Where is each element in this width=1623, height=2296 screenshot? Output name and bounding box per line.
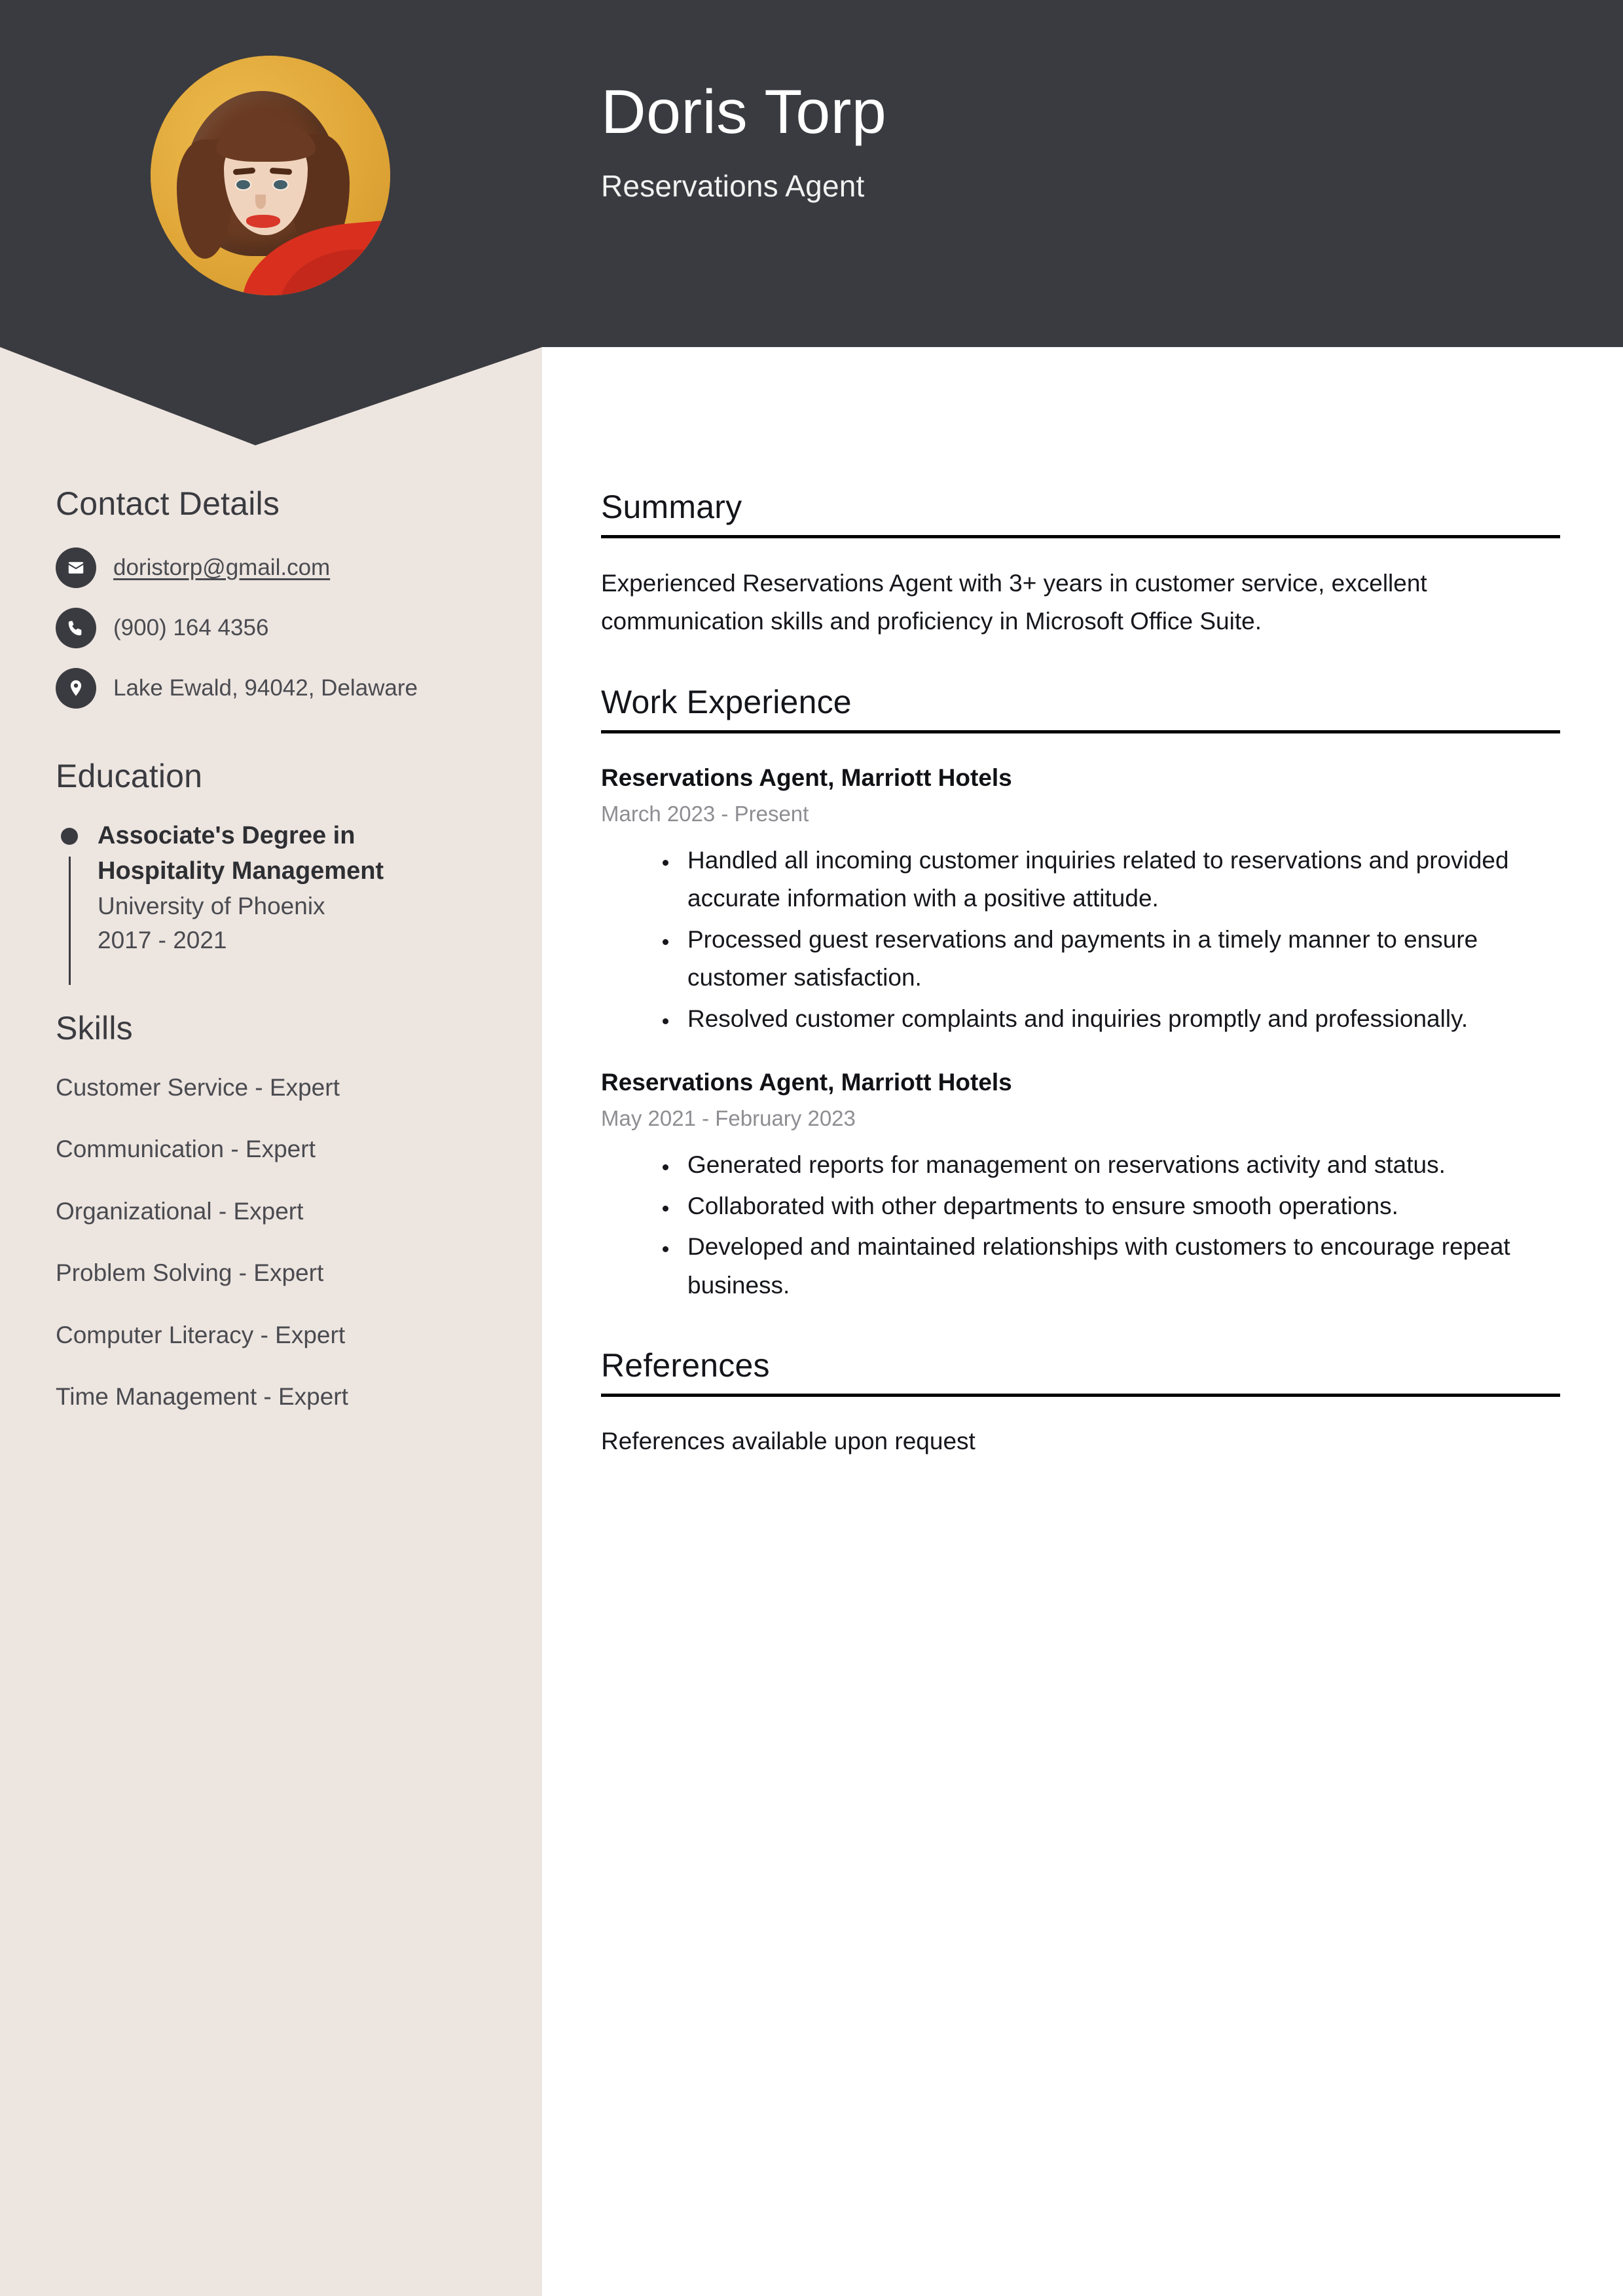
job-bullet: Processed guest reservations and payment…: [678, 921, 1560, 997]
contact-item-email[interactable]: doristorp@gmail.com: [56, 547, 488, 588]
avatar: [151, 56, 390, 295]
job-dates: March 2023 - Present: [601, 802, 809, 826]
education-years: 2017 - 2021: [98, 927, 227, 954]
job-title: Reservations Agent, Marriott Hotels: [601, 1069, 1012, 1096]
main-column: Summary Experienced Reservations Agent w…: [601, 488, 1560, 1501]
education-heading: Education: [56, 758, 203, 794]
summary-section: Summary Experienced Reservations Agent w…: [601, 488, 1560, 641]
phone-icon: [56, 608, 96, 648]
references-rule: [601, 1393, 1560, 1397]
education-item: Associate's Degree in Hospitality Manage…: [56, 819, 488, 985]
job-entry: Reservations Agent, Marriott Hotels Marc…: [601, 762, 1560, 1038]
header-job-title: Reservations Agent: [601, 168, 865, 203]
job-bullet: Resolved customer complaints and inquiri…: [678, 1000, 1560, 1038]
job-bullet: Handled all incoming customer inquiries …: [678, 842, 1560, 918]
skill-item: Problem Solving - Expert: [56, 1259, 324, 1287]
summary-rule: [601, 535, 1560, 538]
summary-text: Experienced Reservations Agent with 3+ y…: [601, 570, 1427, 635]
contact-list: doristorp@gmail.com (900) 164 4356 Lake …: [56, 547, 488, 709]
skill-item: Customer Service - Expert: [56, 1073, 340, 1101]
job-dates: May 2021 - February 2023: [601, 1106, 856, 1131]
timeline-line: [69, 857, 71, 985]
job-title: Reservations Agent, Marriott Hotels: [601, 764, 1012, 791]
work-experience-section: Work Experience Reservations Agent, Marr…: [601, 683, 1560, 1305]
education-section: Education Associate's Degree in Hospital…: [56, 757, 488, 985]
timeline-dot-icon: [61, 828, 78, 845]
skill-item: Time Management - Expert: [56, 1382, 348, 1410]
skill-item: Computer Literacy - Expert: [56, 1321, 346, 1348]
job-bullet: Developed and maintained relationships w…: [678, 1228, 1560, 1305]
contact-details-heading: Contact Details: [56, 485, 280, 522]
contact-item-location[interactable]: Lake Ewald, 94042, Delaware: [56, 668, 488, 709]
contact-phone-value: (900) 164 4356: [113, 615, 269, 640]
references-section: References References available upon req…: [601, 1346, 1560, 1460]
page-title: Doris Torp: [601, 77, 887, 147]
envelope-icon: [56, 547, 96, 588]
references-text: References available upon request: [601, 1427, 976, 1454]
job-bullet-list: Generated reports for management on rese…: [601, 1146, 1560, 1305]
education-school: University of Phoenix: [98, 892, 325, 919]
contact-location-value: Lake Ewald, 94042, Delaware: [113, 675, 418, 701]
contact-item-phone[interactable]: (900) 164 4356: [56, 608, 488, 648]
resume-page: Doris Torp Reservations Agent Contact De…: [0, 0, 1623, 2296]
header-text: Doris Torp Reservations Agent: [601, 79, 886, 204]
education-degree: Associate's Degree in Hospitality Manage…: [98, 822, 384, 885]
work-experience-heading: Work Experience: [601, 683, 852, 720]
avatar-eye-left: [236, 180, 250, 189]
skill-item: Communication - Expert: [56, 1136, 316, 1163]
skills-heading: Skills: [56, 1009, 133, 1046]
location-pin-icon: [56, 668, 96, 709]
avatar-nose: [255, 194, 266, 209]
avatar-lips: [246, 215, 280, 228]
job-entry: Reservations Agent, Marriott Hotels May …: [601, 1067, 1560, 1305]
sidebar: Contact Details doristorp@gmail.com (900…: [56, 485, 488, 1444]
summary-heading: Summary: [601, 489, 742, 525]
references-heading: References: [601, 1346, 770, 1384]
work-experience-rule: [601, 730, 1560, 733]
job-bullet-list: Handled all incoming customer inquiries …: [601, 842, 1560, 1038]
skills-list: Customer Service - Expert Communication …: [56, 1073, 488, 1411]
skill-item: Organizational - Expert: [56, 1197, 304, 1225]
avatar-eye-right: [274, 180, 287, 189]
job-bullet: Generated reports for management on rese…: [678, 1146, 1560, 1184]
job-bullet: Collaborated with other departments to e…: [678, 1187, 1560, 1225]
skills-section: Skills Customer Service - Expert Communi…: [56, 1009, 488, 1411]
contact-email-value[interactable]: doristorp@gmail.com: [113, 554, 330, 582]
